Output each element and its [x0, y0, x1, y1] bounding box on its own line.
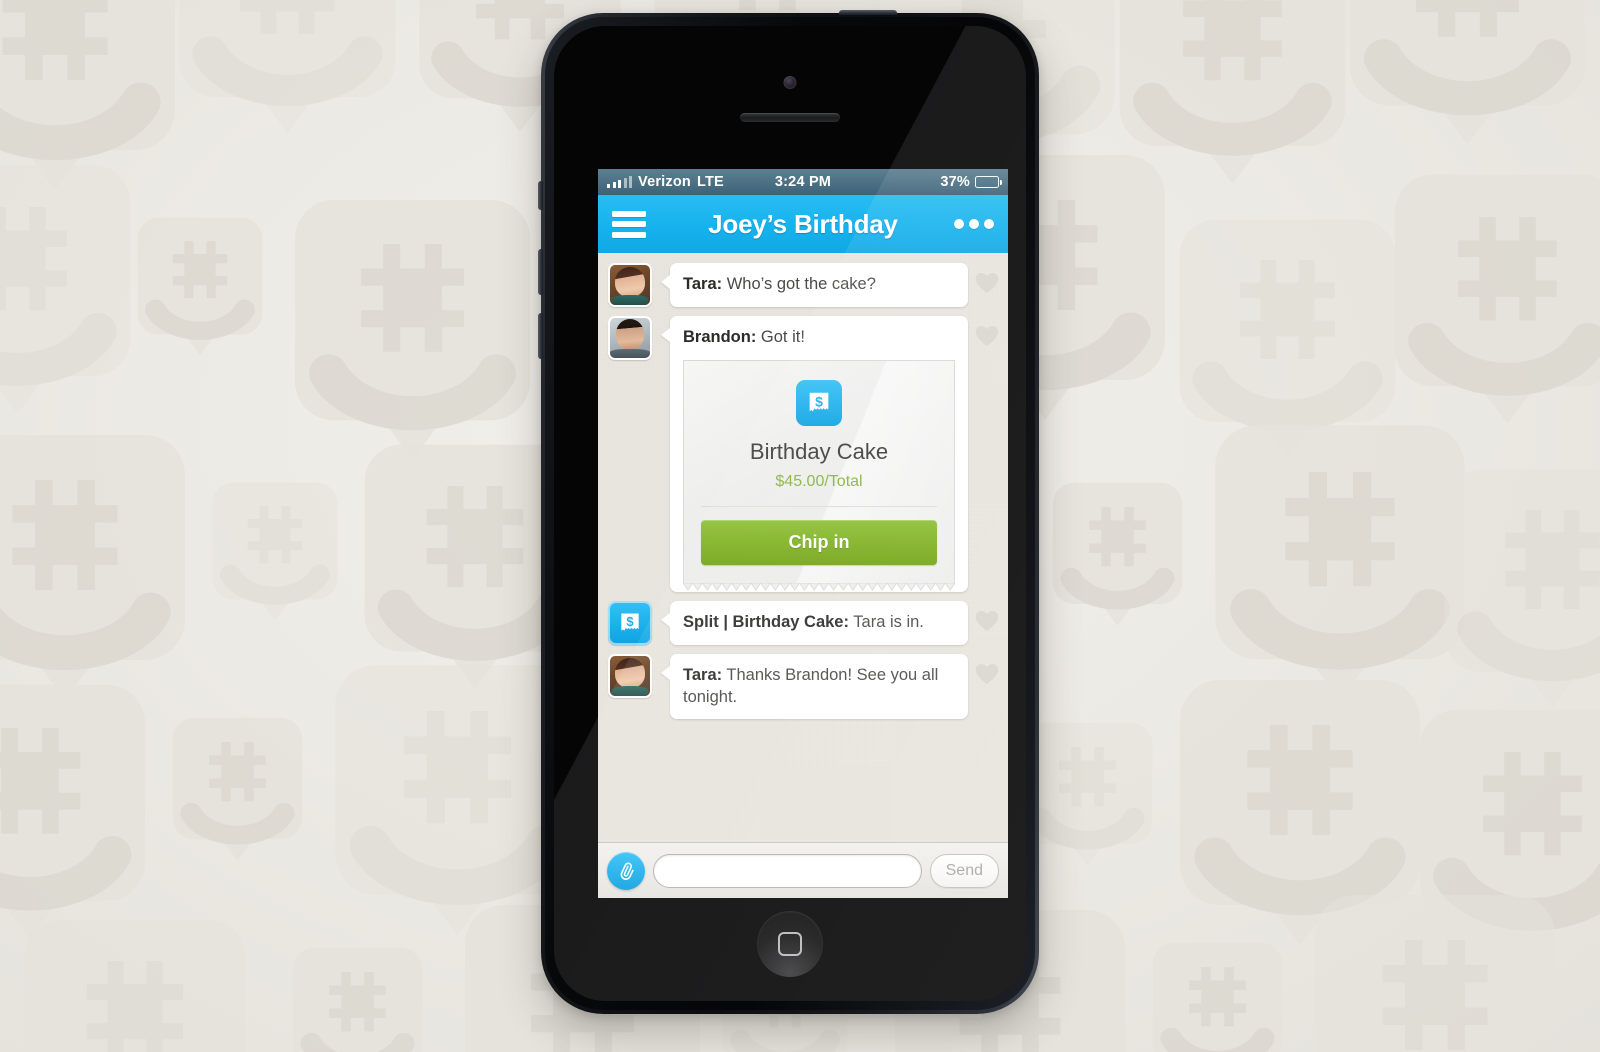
status-bar-right: 37% — [940, 174, 1002, 190]
card-perforated-edge — [683, 582, 955, 591]
message-text: Who’s got the cake? — [722, 275, 876, 294]
message-input[interactable] — [653, 853, 922, 888]
bubble-tail — [661, 665, 670, 680]
silent-switch[interactable] — [538, 181, 543, 210]
watermark-bubble-icon — [210, 480, 340, 633]
receipt-dollar-icon: $ — [796, 379, 842, 426]
heart-icon[interactable] — [974, 324, 1000, 348]
message-bubble[interactable]: Split | Birthday Cake: Tara is in. — [670, 600, 968, 645]
send-button[interactable]: Send — [929, 853, 999, 888]
message-sender: Tara: — [683, 275, 723, 294]
chat-message-list[interactable]: Tara: Who’s got the cake? Brandon: Got i… — [598, 253, 1008, 842]
watermark-bubble-icon — [175, 0, 400, 156]
message-sender: Brandon: — [683, 328, 757, 346]
tara-avatar[interactable] — [608, 263, 652, 307]
tara-avatar[interactable] — [608, 653, 652, 698]
split-app-icon[interactable]: $ — [608, 600, 652, 645]
earpiece-speaker-icon — [740, 113, 840, 122]
svg-text:$: $ — [626, 614, 634, 629]
bubble-tail — [661, 328, 670, 342]
status-bar-left: Verizon LTE — [607, 174, 724, 190]
watermark-bubble-icon — [0, 160, 135, 437]
power-button[interactable] — [839, 10, 897, 15]
heart-icon[interactable] — [974, 609, 1000, 633]
home-button-icon[interactable] — [757, 911, 823, 977]
volume-up-button[interactable] — [538, 249, 543, 295]
app-navigation-bar: Joey’s Birthday — [598, 195, 1008, 253]
payment-amount: $45.00/Total — [775, 472, 863, 490]
message-sender: Split | Birthday Cake: — [683, 613, 849, 632]
message-text: Got it! — [756, 328, 805, 346]
message-bubble[interactable]: Brandon: Got it! $ Birthday Cake $45.00/… — [670, 316, 968, 592]
message-text: Tara is in. — [848, 613, 924, 632]
battery-icon — [975, 176, 1002, 188]
watermark-bubble-icon — [135, 215, 265, 368]
heart-icon[interactable] — [974, 271, 1000, 295]
payment-request-card: $ Birthday Cake $45.00/Total Chip in — [683, 359, 955, 584]
list-item: Tara: Who’s got the cake? — [598, 263, 1008, 307]
more-options-icon[interactable] — [954, 219, 994, 229]
network-type-label: LTE — [696, 174, 724, 190]
watermark-bubble-icon — [1390, 170, 1600, 447]
watermark-bubble-icon — [170, 715, 305, 874]
message-sender: Tara: — [683, 665, 723, 684]
watermark-bubble-icon — [1150, 940, 1285, 1052]
battery-percent-label: 37% — [940, 174, 970, 190]
watermark-bubble-icon — [1440, 465, 1600, 731]
message-bubble[interactable]: Tara: Who’s got the cake? — [670, 263, 968, 307]
front-camera-icon — [783, 76, 797, 89]
message-bubble[interactable]: Tara: Thanks Brandon! See you all tonigh… — [670, 653, 968, 720]
bubble-tail — [661, 275, 670, 289]
divider — [701, 505, 937, 507]
hamburger-menu-icon[interactable] — [612, 210, 646, 238]
brandon-avatar[interactable] — [608, 316, 652, 360]
svg-text:$: $ — [815, 393, 823, 409]
phone-bezel: Verizon LTE 3:24 PM 37% Joey’s Birthday … — [545, 17, 1035, 1010]
payment-title: Birthday Cake — [749, 438, 889, 464]
iphone-device: Verizon LTE 3:24 PM 37% Joey’s Birthday … — [538, 10, 1039, 1014]
heart-icon[interactable] — [974, 662, 1000, 686]
watermark-bubble-icon — [1020, 720, 1155, 879]
carrier-label: Verizon — [638, 174, 691, 190]
list-item: Brandon: Got it! $ Birthday Cake $45.00/… — [598, 316, 1008, 592]
watermark-bubble-icon — [20, 915, 250, 1052]
message-text: Thanks Brandon! See you all tonight. — [683, 665, 939, 706]
list-item: Tara: Thanks Brandon! See you all tonigh… — [598, 653, 1008, 720]
phone-screen: Verizon LTE 3:24 PM 37% Joey’s Birthday … — [598, 169, 1008, 898]
signal-bars-icon — [607, 175, 632, 188]
watermark-bubble-icon — [290, 945, 425, 1052]
message-composer-bar: Send — [598, 842, 1008, 898]
paperclip-icon[interactable] — [607, 851, 645, 890]
list-item: $ Split | Birthday Cake: Tara is in. — [598, 600, 1008, 645]
watermark-bubble-icon — [1345, 0, 1590, 169]
watermark-bubble-icon — [1310, 890, 1560, 1052]
chip-in-button[interactable]: Chip in — [701, 519, 937, 565]
volume-down-button[interactable] — [538, 313, 543, 359]
page-title: Joey’s Birthday — [708, 208, 898, 239]
watermark-bubble-icon — [1050, 480, 1185, 639]
status-bar: Verizon LTE 3:24 PM 37% — [598, 169, 1008, 195]
bubble-tail — [661, 612, 670, 627]
phone-face: Verizon LTE 3:24 PM 37% Joey’s Birthday … — [554, 26, 1026, 1001]
